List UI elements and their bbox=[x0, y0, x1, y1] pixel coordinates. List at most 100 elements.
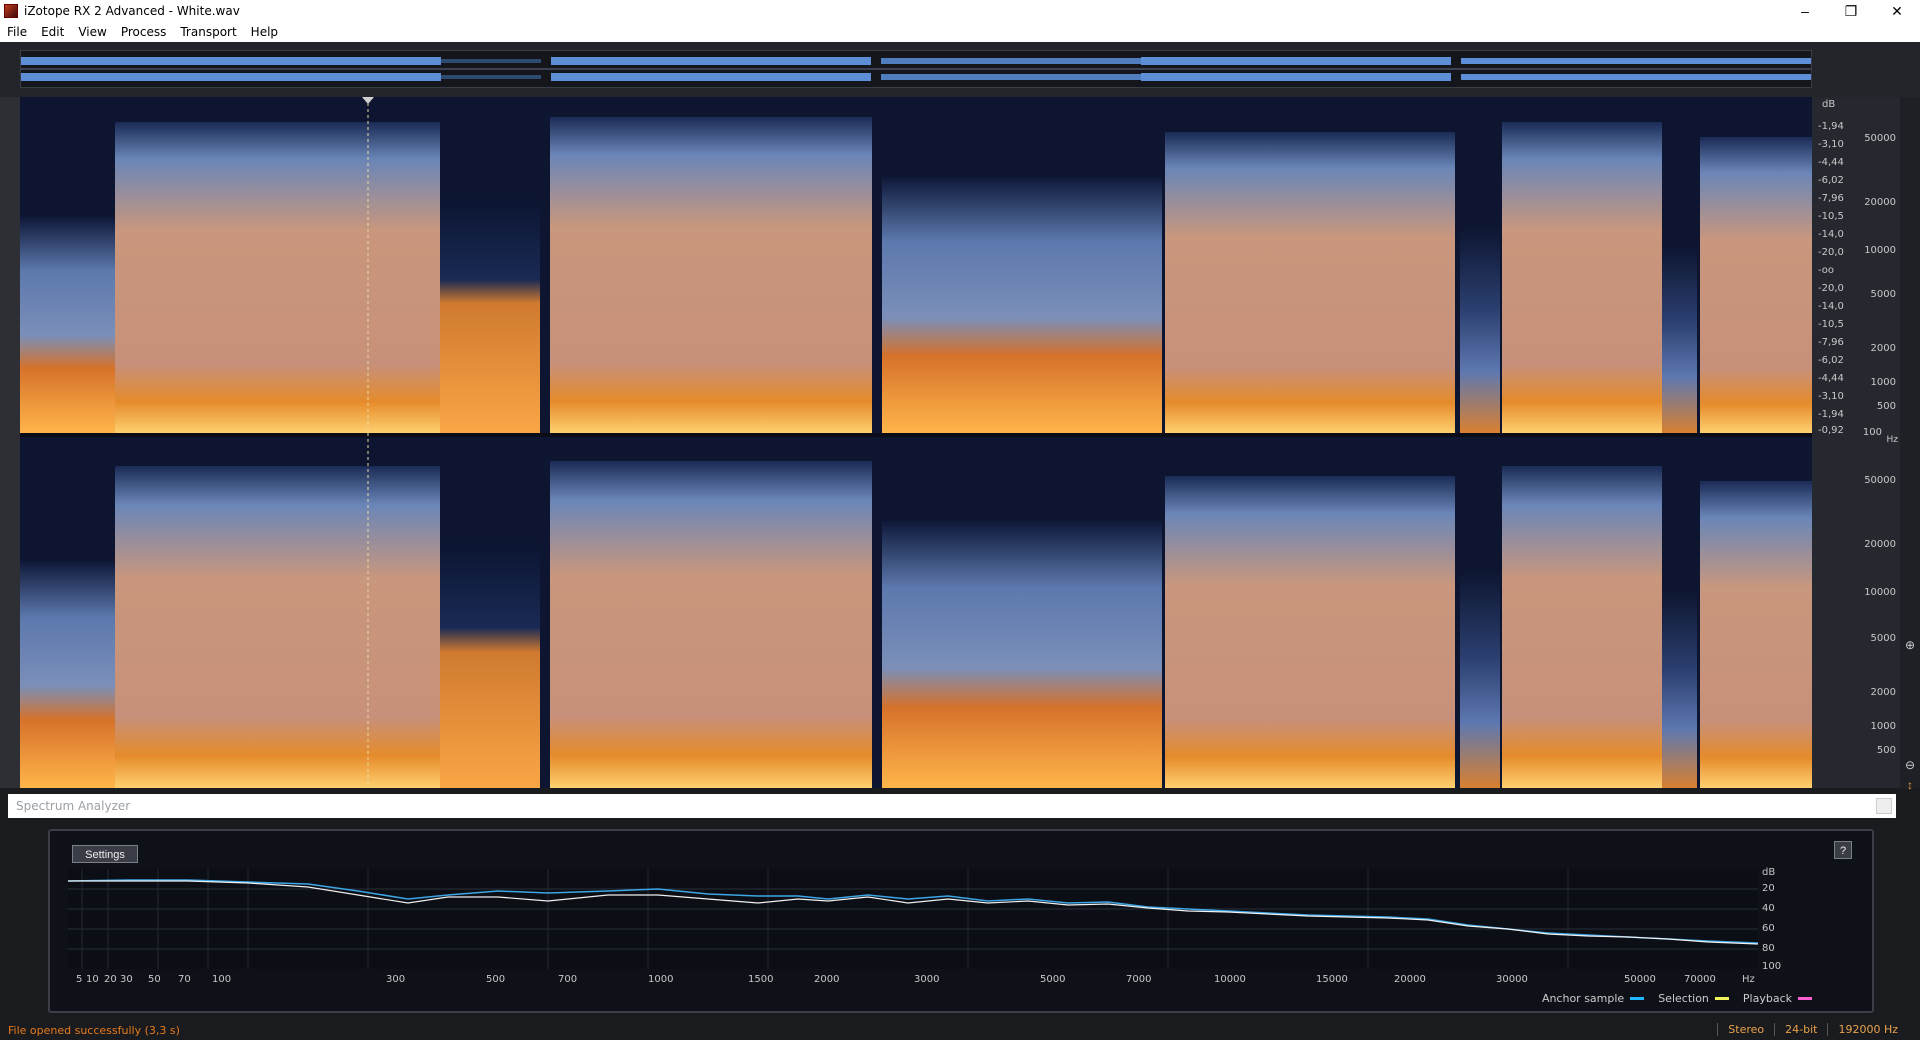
menu-help[interactable]: Help bbox=[244, 25, 285, 39]
db-tick: -20,0 bbox=[1818, 247, 1844, 258]
editor-area: dB -1,94 -3,10 -4,44 -6,02 -7,96 -10,5 -… bbox=[0, 42, 1920, 792]
spectrogram-view[interactable] bbox=[20, 97, 1812, 788]
db-tick: -14,0 bbox=[1818, 229, 1844, 240]
y-unit-label: dB bbox=[1762, 867, 1776, 878]
file-info: Stereo 24-bit 192000 Hz bbox=[1717, 1023, 1908, 1036]
menu-process[interactable]: Process bbox=[114, 25, 174, 39]
track-handle-rail bbox=[0, 97, 20, 788]
y-tick: 100 bbox=[1762, 961, 1782, 972]
hz-tick: 50000 bbox=[1864, 133, 1896, 144]
x-tick: 30000 bbox=[1496, 974, 1528, 985]
db-tick: -0,92 bbox=[1818, 425, 1844, 436]
y-tick: 20 bbox=[1762, 883, 1775, 894]
legend-swatch bbox=[1714, 997, 1729, 1000]
db-tick: -1,94 bbox=[1818, 121, 1844, 132]
hz-tick: 2000 bbox=[1870, 687, 1896, 698]
x-tick: 2000 bbox=[814, 974, 840, 985]
db-tick: -20,0 bbox=[1818, 283, 1844, 294]
overview-waveform bbox=[21, 51, 1811, 87]
db-tick: -4,44 bbox=[1818, 373, 1844, 384]
maximize-button[interactable]: ❐ bbox=[1828, 0, 1874, 22]
x-tick: 3000 bbox=[914, 974, 940, 985]
x-tick: 300 bbox=[386, 974, 406, 985]
db-tick: -4,44 bbox=[1818, 157, 1844, 168]
hz-tick: 1000 bbox=[1870, 377, 1896, 388]
x-tick: 500 bbox=[486, 974, 506, 985]
zoom-out-icon[interactable]: ⊖ bbox=[1902, 757, 1918, 773]
hz-tick: 50000 bbox=[1864, 475, 1896, 486]
db-tick: -oo bbox=[1818, 265, 1835, 276]
hz-tick: 10000 bbox=[1864, 587, 1896, 598]
x-tick: 20000 bbox=[1394, 974, 1426, 985]
db-tick: -10,5 bbox=[1818, 211, 1844, 222]
y-tick: 60 bbox=[1762, 923, 1775, 934]
menu-edit[interactable]: Edit bbox=[34, 25, 71, 39]
legend-selection: Selection bbox=[1658, 992, 1729, 1005]
legend-label: Selection bbox=[1658, 992, 1709, 1005]
x-tick: 5 bbox=[76, 974, 83, 985]
hz-tick: 2000 bbox=[1870, 343, 1896, 354]
db-tick: -10,5 bbox=[1818, 319, 1844, 330]
spectrum-plot[interactable]: 5 10 20 30 50 70 100 300 500 700 1000 15… bbox=[67, 867, 1828, 1007]
x-tick: 70000 bbox=[1684, 974, 1716, 985]
sample-rate-indicator: 192000 Hz bbox=[1827, 1023, 1908, 1036]
legend-playback: Playback bbox=[1743, 992, 1812, 1005]
channels-indicator: Stereo bbox=[1717, 1023, 1774, 1036]
legend-swatch bbox=[1630, 997, 1645, 1000]
x-tick: 30 bbox=[120, 974, 133, 985]
spectrum-plot-canvas bbox=[67, 869, 1759, 969]
status-bar: File opened successfully (3,3 s) Stereo … bbox=[0, 1020, 1920, 1040]
hz-tick: 1000 bbox=[1870, 721, 1896, 732]
hz-tick: 10000 bbox=[1864, 245, 1896, 256]
hz-tick: 20000 bbox=[1864, 197, 1896, 208]
legend-label: Anchor sample bbox=[1541, 992, 1625, 1005]
spectrum-analyzer-title: Spectrum Analyzer bbox=[16, 799, 131, 813]
zoom-in-icon[interactable]: ⊕ bbox=[1902, 637, 1918, 653]
menu-file[interactable]: File bbox=[0, 25, 34, 39]
x-tick: 700 bbox=[558, 974, 578, 985]
status-message: File opened successfully (3,3 s) bbox=[8, 1023, 180, 1037]
hz-tick: 5000 bbox=[1870, 289, 1896, 300]
x-tick: 50 bbox=[148, 974, 161, 985]
db-unit-label: dB bbox=[1822, 99, 1836, 110]
close-button[interactable]: ✕ bbox=[1874, 0, 1920, 22]
legend-label: Playback bbox=[1742, 992, 1792, 1005]
menu-bar: File Edit View Process Transport Help bbox=[0, 22, 1920, 43]
settings-button[interactable]: Settings bbox=[72, 845, 138, 863]
x-tick: 20 bbox=[104, 974, 117, 985]
x-unit-label: Hz bbox=[1742, 974, 1755, 985]
db-tick: -14,0 bbox=[1818, 301, 1844, 312]
menu-view[interactable]: View bbox=[71, 25, 113, 39]
spectrum-analyzer-header: Spectrum Analyzer bbox=[8, 794, 1896, 818]
help-button[interactable]: ? bbox=[1834, 841, 1852, 859]
x-tick: 10 bbox=[86, 974, 99, 985]
hz-tick: 500 bbox=[1876, 401, 1896, 412]
legend-swatch bbox=[1798, 997, 1812, 1000]
hz-unit-label: Hz bbox=[1886, 435, 1899, 445]
db-tick: -3,10 bbox=[1818, 139, 1844, 150]
minimize-button[interactable]: – bbox=[1782, 0, 1828, 22]
window-title: iZotope RX 2 Advanced - White.wav bbox=[24, 4, 240, 18]
panel-close-button[interactable] bbox=[1876, 798, 1892, 814]
x-tick: 5000 bbox=[1040, 974, 1066, 985]
waveform-overview[interactable] bbox=[20, 50, 1812, 88]
x-tick: 7000 bbox=[1126, 974, 1152, 985]
spectrogram-scale: dB -1,94 -3,10 -4,44 -6,02 -7,96 -10,5 -… bbox=[1812, 97, 1900, 788]
x-tick: 70 bbox=[178, 974, 191, 985]
zoom-tool-icon[interactable]: ↕ bbox=[1902, 777, 1918, 793]
y-tick: 40 bbox=[1762, 903, 1775, 914]
x-tick: 1500 bbox=[748, 974, 774, 985]
app-icon bbox=[4, 4, 18, 18]
spectrum-analyzer-panel: Settings ? 5 10 20 30 50 70 100 300 500 … bbox=[48, 829, 1874, 1013]
y-tick: 80 bbox=[1762, 943, 1775, 954]
db-tick: -6,02 bbox=[1818, 175, 1844, 186]
x-tick: 15000 bbox=[1316, 974, 1348, 985]
window-controls: – ❐ ✕ bbox=[1782, 0, 1920, 22]
db-tick: -1,94 bbox=[1818, 409, 1844, 420]
spectrum-legend: Anchor sample Selection Playback bbox=[1542, 992, 1812, 1005]
title-bar: iZotope RX 2 Advanced - White.wav – ❐ ✕ bbox=[0, 0, 1920, 22]
db-tick: -6,02 bbox=[1818, 355, 1844, 366]
hz-tick: 5000 bbox=[1870, 633, 1896, 644]
menu-transport[interactable]: Transport bbox=[173, 25, 243, 39]
db-tick: -3,10 bbox=[1818, 391, 1844, 402]
